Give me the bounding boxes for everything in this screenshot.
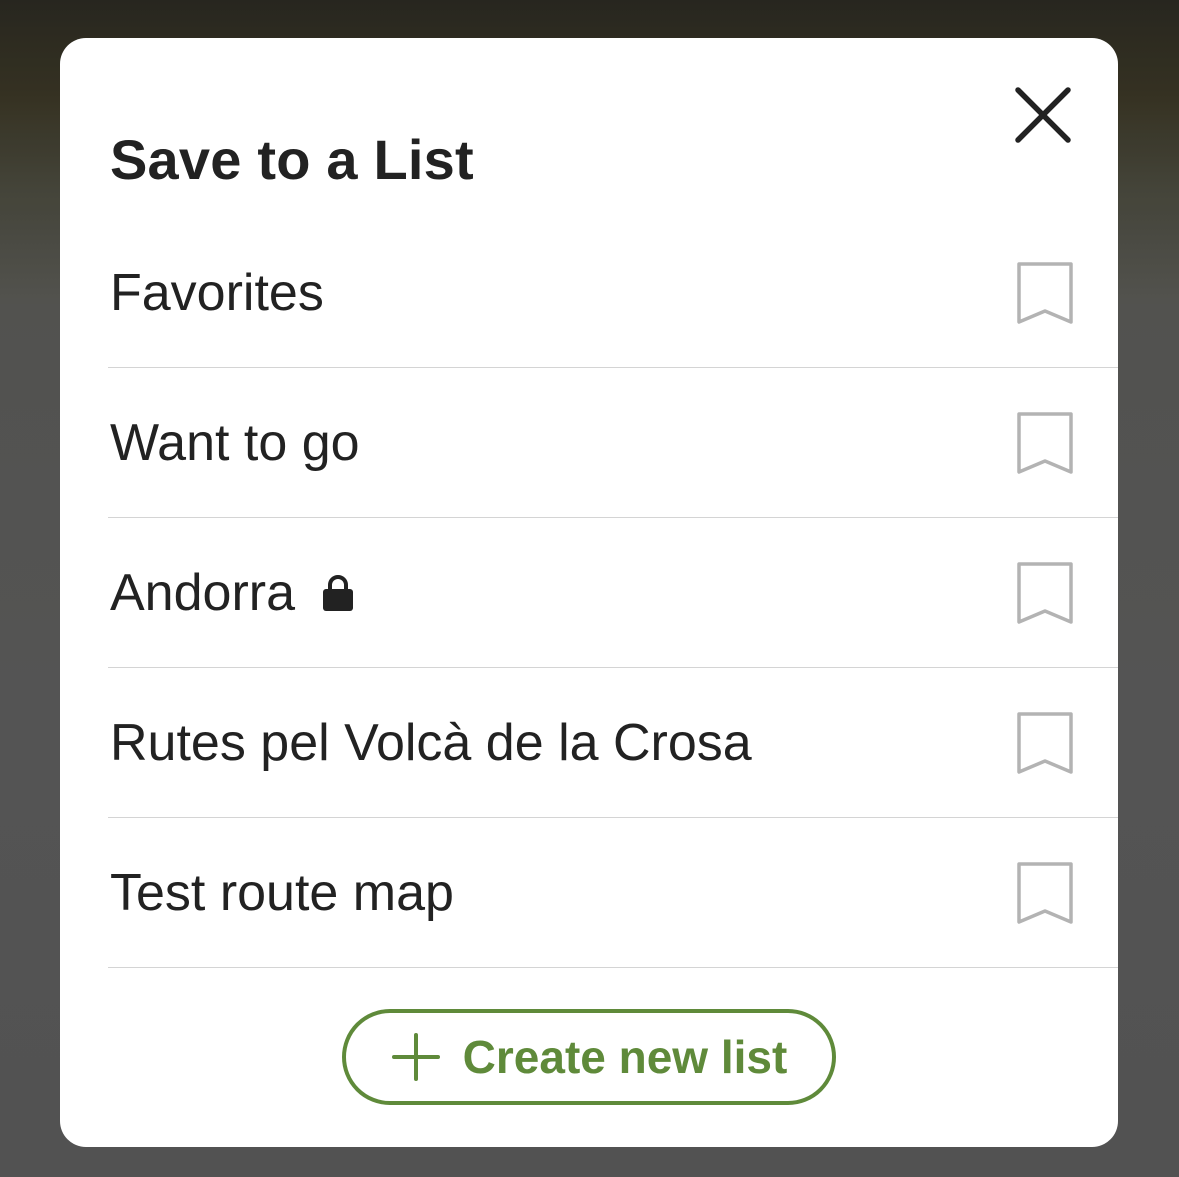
bookmark-icon	[1017, 261, 1073, 324]
list-item-test-route-map[interactable]: Test route map	[108, 818, 1118, 968]
list-item-label: Rutes pel Volcà de la Crosa	[110, 713, 752, 772]
close-icon	[1015, 87, 1071, 143]
bookmark-toggle[interactable]	[1016, 411, 1074, 475]
list-item-label: Andorra	[110, 563, 295, 622]
lists-container: Favorites Want to go Andorra Rutes pel V…	[108, 218, 1118, 968]
bookmark-icon	[1017, 861, 1073, 924]
bookmark-toggle[interactable]	[1016, 861, 1074, 925]
bookmark-toggle[interactable]	[1016, 711, 1074, 775]
bookmark-toggle[interactable]	[1016, 561, 1074, 625]
list-item-andorra[interactable]: Andorra	[108, 518, 1118, 668]
list-item-rutes-pel-volca[interactable]: Rutes pel Volcà de la Crosa	[108, 668, 1118, 818]
close-button[interactable]	[1010, 82, 1076, 148]
create-new-list-button[interactable]: Create new list	[342, 1009, 836, 1105]
list-item-label: Want to go	[110, 413, 360, 472]
list-item-want-to-go[interactable]: Want to go	[108, 368, 1118, 518]
bookmark-icon	[1017, 561, 1073, 624]
list-item-label: Test route map	[110, 863, 454, 922]
lock-icon	[321, 573, 355, 613]
dialog-title: Save to a List	[110, 128, 474, 191]
list-item-label: Favorites	[110, 263, 324, 322]
plus-icon	[391, 1032, 441, 1082]
create-new-list-label: Create new list	[462, 1031, 788, 1083]
bookmark-toggle[interactable]	[1016, 261, 1074, 325]
save-to-list-dialog: Save to a List Favorites Want to go Ando…	[60, 38, 1118, 1147]
bookmark-icon	[1017, 411, 1073, 474]
list-item-favorites[interactable]: Favorites	[108, 218, 1118, 368]
bookmark-icon	[1017, 711, 1073, 774]
